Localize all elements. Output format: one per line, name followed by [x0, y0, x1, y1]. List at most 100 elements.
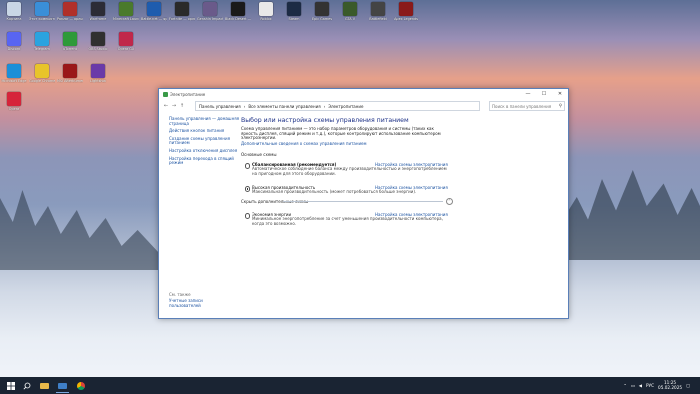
desktop-icon-label: Epic Games [311, 17, 333, 21]
desktop-icon[interactable]: Apex Legends [393, 2, 419, 21]
taskbar: ⌃ ▭ ◀ РУС 11:25 05.02.2025 ▢ [0, 377, 700, 394]
desktop-icon[interactable]: Minecraft Launcher [113, 2, 139, 21]
desktop-icon[interactable]: Roblox [253, 2, 279, 21]
desktop-icon-label: MSI Afterburner [57, 79, 83, 83]
forward-icon[interactable]: → [170, 103, 178, 109]
plan-settings-link[interactable]: Настройка схемы электропитания [375, 162, 448, 167]
desktop-icon[interactable]: OBS Studio [85, 32, 111, 51]
more-info-link[interactable]: Дополнительные сведения о схемах управле… [241, 141, 367, 146]
search-icon[interactable] [20, 379, 33, 392]
desktop-icon-label: Black Desert — ярлык [225, 17, 251, 21]
breadcrumb-item[interactable]: Панель управления [199, 104, 241, 109]
desktop-icon[interactable]: Steam [281, 2, 307, 21]
desktop-icon-label: Battle.net — ярлык [141, 17, 167, 21]
breadcrumb-item[interactable]: Все элементы панели управления [248, 104, 320, 109]
desktop-icon[interactable]: Lightshot [85, 64, 111, 83]
search-input[interactable] [490, 103, 556, 109]
desktop-icon-label: Opera [8, 107, 20, 111]
search-box[interactable]: ⚲ [489, 101, 565, 111]
desktop-icon[interactable]: Panzar — ярлык [57, 2, 83, 21]
desktop-icon-image [119, 32, 133, 46]
sidebar-link-power-buttons[interactable]: Действия кнопок питания [169, 129, 241, 134]
desktop-icon-image [399, 2, 413, 16]
desktop-icon[interactable]: MSI Afterburner [57, 64, 83, 83]
desktop-icon[interactable]: uTorrent [57, 32, 83, 51]
sidebar-link-display-off[interactable]: Настройка отключения дисплея [169, 148, 241, 154]
desktop-icon-image [231, 2, 245, 16]
desktop-icon-image [91, 32, 105, 46]
sidebar-link-sleep[interactable]: Настройка перехода в спящий режим [169, 156, 241, 166]
title-bar: Электропитание — ☐ ✕ [159, 89, 568, 99]
maximize-button[interactable]: ☐ [536, 89, 552, 99]
sidebar: Панель управления — домашняя страница Де… [169, 116, 241, 169]
desktop-icon-label: Google Chrome [29, 79, 55, 83]
windows-start-icon[interactable] [4, 379, 17, 392]
desktop-icon[interactable]: Discord [1, 32, 27, 51]
desktop-icon[interactable]: Battle.net — ярлык [141, 2, 167, 21]
clock[interactable]: 11:25 05.02.2025 [658, 380, 682, 390]
desktop-icon-label: Battlefield [369, 17, 387, 21]
desktop-icon-label: Telegram [34, 47, 50, 51]
desktop-icon-label: uTorrent [63, 47, 77, 51]
desktop-icon[interactable]: Genshin Impact [197, 2, 223, 21]
desktop-icon-label: OBS Studio [88, 47, 108, 51]
desktop-icon[interactable]: Black Desert — ярлык [225, 2, 251, 21]
plan-radio[interactable] [245, 213, 251, 219]
desktop-icon[interactable]: Opera GX [113, 32, 139, 51]
notifications-icon[interactable]: ▢ [686, 383, 690, 388]
sidebar-link-home[interactable]: Панель управления — домашняя страница [169, 116, 241, 126]
desktop-icon[interactable]: Epic Games [309, 2, 335, 21]
main-content: Выбор или настройка схемы управления пит… [241, 117, 561, 230]
plan-settings-link[interactable]: Настройка схемы электропитания [375, 212, 448, 217]
plan-settings-link[interactable]: Настройка схемы электропитания [375, 185, 448, 190]
desktop-icon[interactable]: Warframe [85, 2, 111, 21]
desktop-icon[interactable]: Opera [1, 92, 27, 111]
desktop-icon[interactable]: GTA V [337, 2, 363, 21]
network-icon[interactable]: ▭ [631, 383, 635, 388]
desktop-icon[interactable]: Fortnite — ярлык [169, 2, 195, 21]
desktop-icon-label: Discord [7, 47, 21, 51]
chevron-right-icon: › [323, 103, 326, 109]
minimize-button[interactable]: — [520, 89, 536, 99]
desktop-icon-image [315, 2, 329, 16]
desktop-icon-label: GTA V [344, 17, 356, 21]
volume-icon[interactable]: ◀ [639, 383, 642, 388]
desktop-icon[interactable]: Telegram [29, 32, 55, 51]
desktop-icon[interactable]: Этот компьютер [29, 2, 55, 21]
address-bar: ← → ↑ Панель управления › Все элементы п… [159, 100, 568, 111]
chevron-up-icon[interactable]: ⌃ [446, 198, 453, 206]
plan-power-saver: Экономия энергии Минимальное энергопотре… [241, 212, 561, 230]
sidebar-link-create-plan[interactable]: Создание схемы управления питанием [169, 136, 241, 146]
desktop-icon-image [63, 2, 77, 16]
chevron-up-icon[interactable]: ⌃ [623, 383, 627, 388]
desktop-icon-label: Apex Legends [394, 17, 418, 21]
see-also: См. также Учетные записи пользователей [169, 292, 229, 311]
plan-balanced: Сбалансированная (рекомендуется) Автомат… [241, 162, 561, 180]
control-panel-icon[interactable] [56, 379, 69, 393]
hide-extra-plans[interactable]: Скрыть дополнительные схемы ⌃ [241, 198, 561, 207]
plan-radio[interactable] [245, 186, 251, 192]
search-icon[interactable]: ⚲ [559, 104, 562, 109]
see-also-user-accounts[interactable]: Учетные записи пользователей [169, 298, 229, 308]
page-title: Выбор или настройка схемы управления пит… [241, 117, 409, 124]
breadcrumb-item[interactable]: Электропитание [328, 104, 363, 109]
desktop-icon[interactable]: Microsoft Edge [1, 64, 27, 83]
file-explorer-icon[interactable] [38, 379, 51, 392]
plan-radio[interactable] [245, 163, 251, 169]
plan-description: Минимальное энергопотребление за счет ум… [252, 216, 443, 226]
breadcrumb[interactable]: Панель управления › Все элементы панели … [195, 101, 480, 111]
desktop-icon[interactable]: Google Chrome [29, 64, 55, 83]
chrome-icon[interactable] [74, 379, 87, 392]
desktop-icon-image [35, 2, 49, 16]
language-indicator[interactable]: РУС [646, 383, 654, 388]
desktop-icon[interactable]: Корзина [1, 2, 27, 21]
desktop-icon-image [63, 64, 77, 78]
close-button[interactable]: ✕ [552, 89, 568, 99]
system-tray: ⌃ ▭ ◀ РУС 11:25 05.02.2025 ▢ [623, 380, 690, 390]
desktop-icon-label: Opera GX [117, 47, 135, 51]
up-icon[interactable]: ↑ [178, 103, 186, 109]
desktop-icon-image [91, 2, 105, 16]
divider [283, 201, 443, 203]
desktop-icon[interactable]: Battlefield [365, 2, 391, 21]
back-icon[interactable]: ← [162, 103, 170, 109]
